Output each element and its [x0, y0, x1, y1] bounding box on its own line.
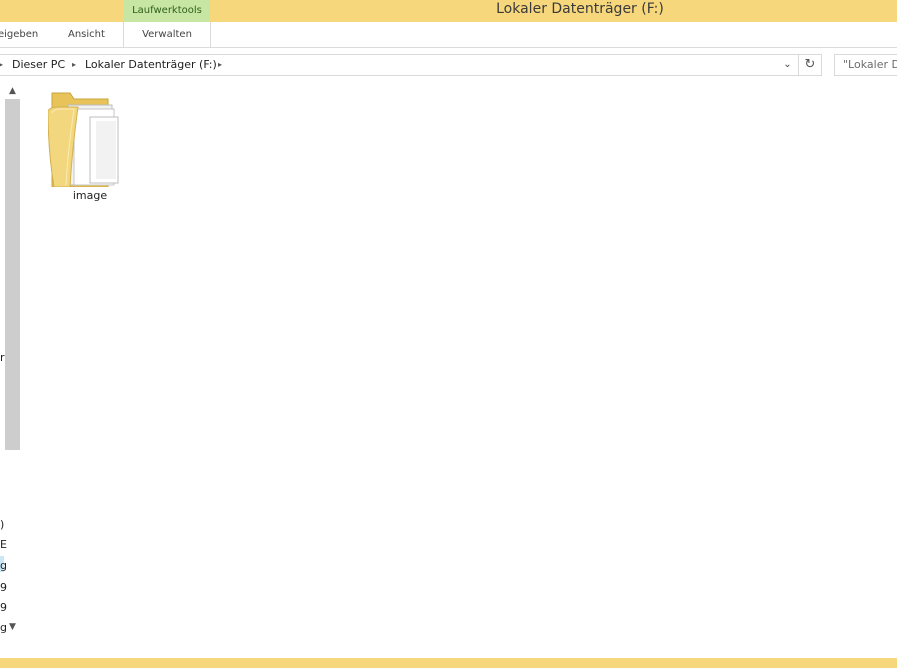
folder-item-image[interactable]: image [48, 91, 132, 206]
status-bar [0, 658, 897, 668]
tab-ansicht[interactable]: Ansicht [68, 22, 105, 47]
context-tab-laufwerktools[interactable]: Laufwerktools [124, 0, 210, 22]
folder-icon [48, 92, 119, 187]
nav-item-fragment[interactable]: r [0, 351, 5, 364]
title-bar: Laufwerktools Lokaler Datenträger (F:) [0, 0, 897, 22]
nav-item-fragment[interactable]: E [0, 538, 7, 551]
breadcrumb-separator-icon[interactable]: ▸ [218, 55, 222, 75]
refresh-button[interactable]: ↻ [799, 54, 822, 76]
breadcrumb-separator-icon[interactable]: ▸ [72, 55, 76, 75]
nav-item-fragment[interactable]: 9 [0, 601, 7, 614]
scroll-up-arrow[interactable]: ▲ [5, 83, 20, 99]
search-input[interactable]: "Lokaler D [834, 54, 897, 76]
breadcrumb-separator-icon[interactable]: ▸ [0, 55, 3, 75]
address-row: ▸ Dieser PC ▸ Lokaler Datenträger (F:) ▸… [0, 48, 897, 82]
nav-item-fragment[interactable]: 9 [0, 581, 7, 594]
address-bar[interactable]: ▸ Dieser PC ▸ Lokaler Datenträger (F:) ▸… [0, 54, 799, 76]
address-history-dropdown[interactable]: ⌄ [778, 55, 797, 75]
scroll-down-arrow[interactable]: ▼ [5, 619, 20, 635]
file-list: image [22, 83, 897, 658]
ribbon-tabs: eigeben Ansicht Verwalten [0, 22, 897, 48]
chevron-down-icon: ⌄ [783, 59, 792, 70]
file-name-label: image [72, 189, 108, 202]
search-placeholder: "Lokaler D [843, 58, 897, 71]
tab-verwalten[interactable]: Verwalten [123, 22, 211, 47]
scrollbar-thumb[interactable] [5, 99, 20, 450]
nav-item-fragment[interactable]: g [0, 559, 7, 572]
breadcrumb-dieser-pc[interactable]: Dieser PC [12, 55, 65, 75]
nav-item-fragment[interactable]: ) [0, 518, 4, 531]
window-title: Lokaler Datenträger (F:) [496, 1, 664, 17]
navigation-pane: ▲ r ) E g 9 9 g ▼ [0, 83, 21, 638]
tab-freigeben[interactable]: eigeben [0, 22, 38, 47]
breadcrumb-drive-f[interactable]: Lokaler Datenträger (F:) [85, 55, 217, 75]
refresh-icon: ↻ [804, 57, 816, 72]
